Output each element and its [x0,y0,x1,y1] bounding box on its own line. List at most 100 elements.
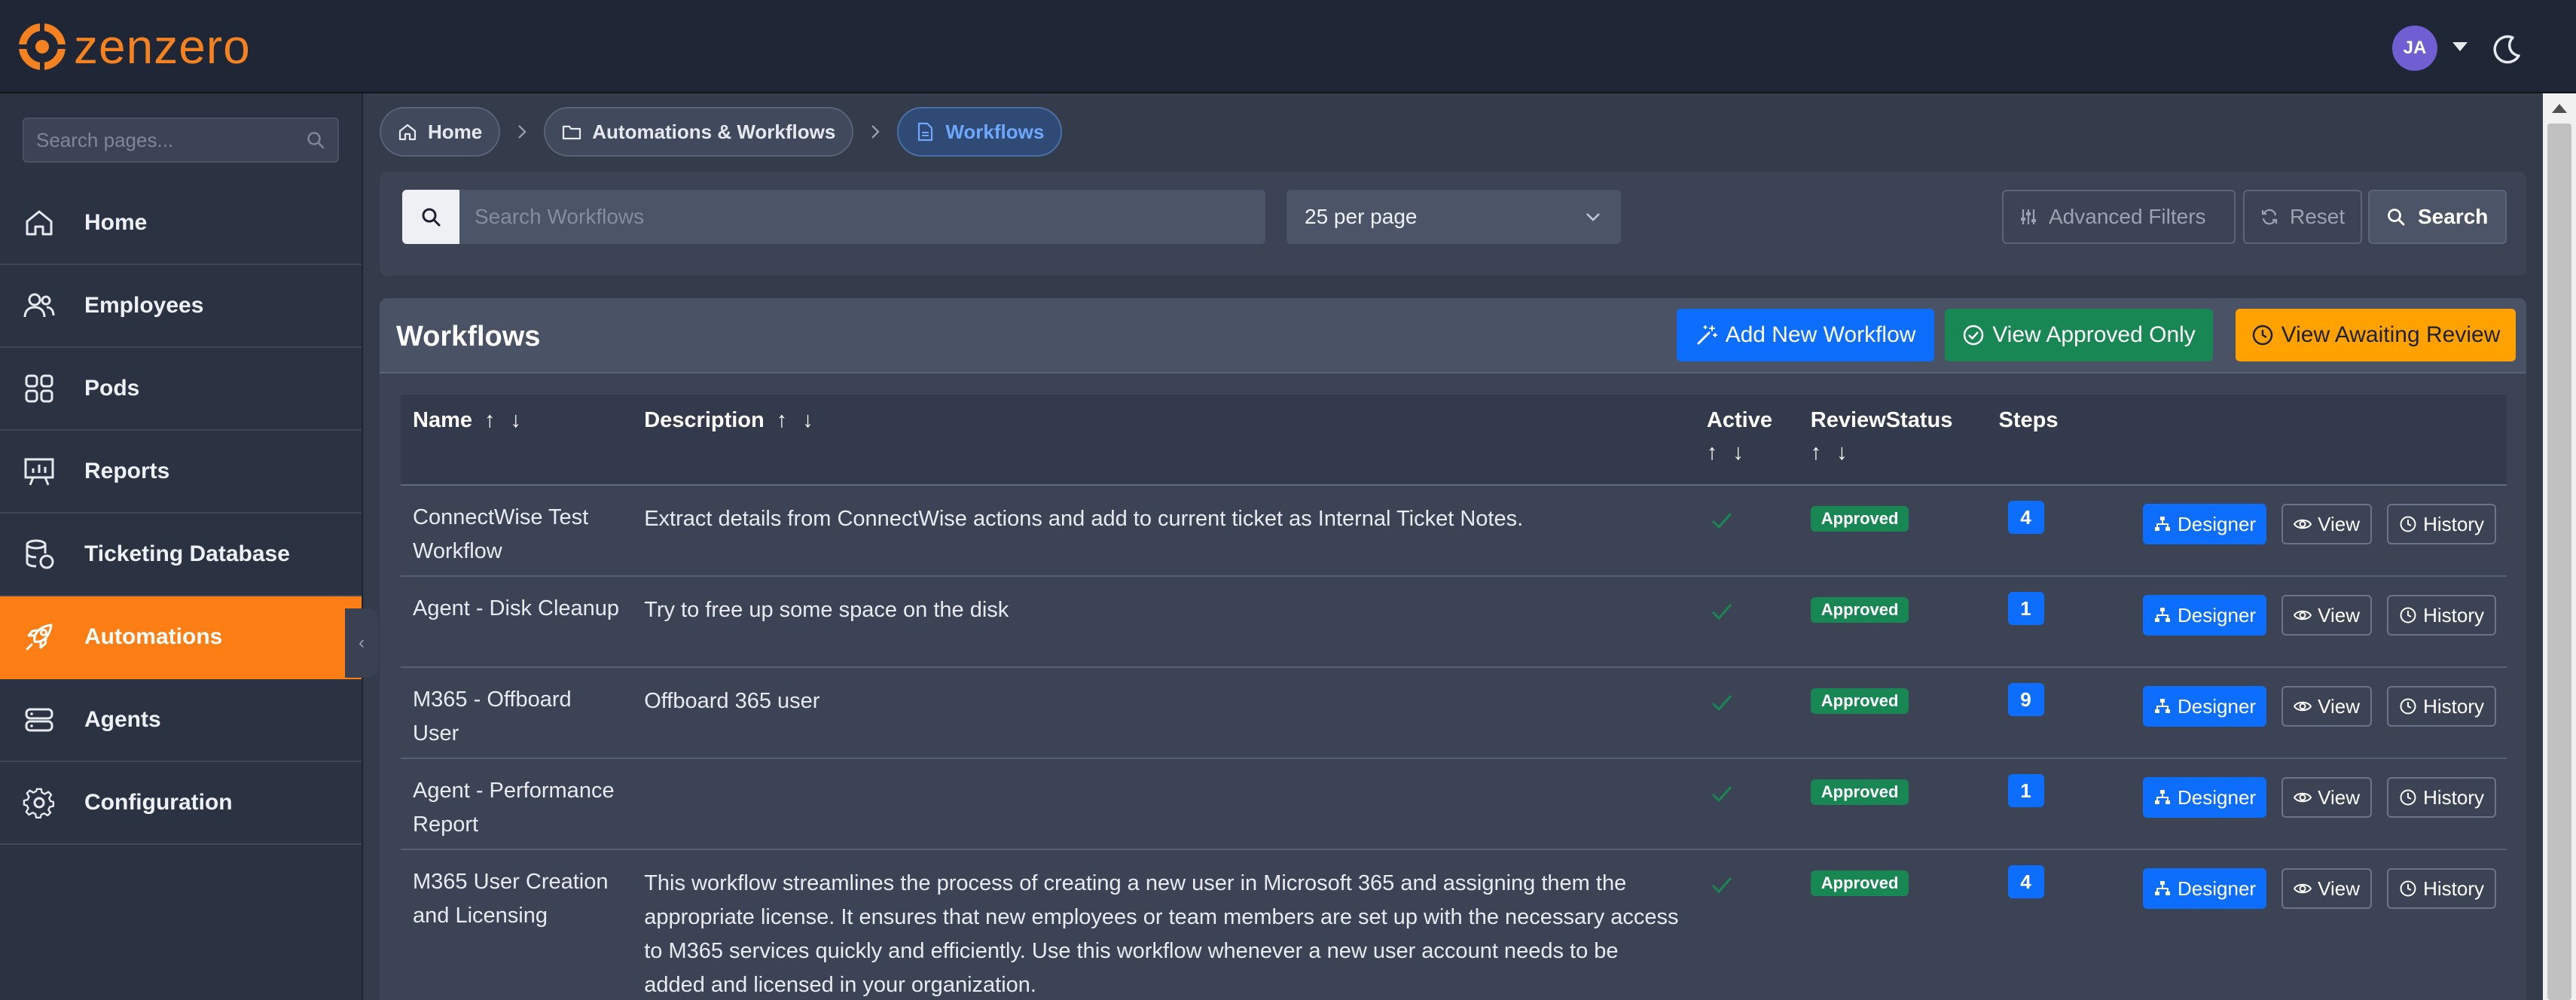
file-icon [918,122,933,142]
designer-button[interactable]: Designer [2143,595,2267,636]
breadcrumb-workflows[interactable]: Workflows [897,107,1063,157]
designer-label: Designer [2178,785,2257,809]
check-icon [1711,513,1732,529]
status-badge: Approved [1810,870,1909,896]
designer-button[interactable]: Designer [2143,504,2267,544]
view-label: View [2318,785,2361,809]
column-header-active[interactable]: Active ↑ ↓ [1694,395,1799,486]
brand-logo[interactable]: zenzero [17,20,251,74]
view-approved-only-button[interactable]: View Approved Only [1945,309,2213,361]
steps-badge: 1 [2007,592,2044,625]
add-new-workflow-label: Add New Workflow [1725,322,1916,347]
user-avatar[interactable]: JA [2392,26,2437,71]
table-row: M365 - Offboard User Offboard 365 user A… [401,667,2507,759]
search-button[interactable]: Search [2368,190,2507,244]
breadcrumb-home[interactable]: Home [380,107,501,157]
moon-icon[interactable] [2490,33,2523,66]
active-cell [1694,485,1799,577]
view-button[interactable]: View [2281,868,2373,909]
history-button[interactable]: History [2387,868,2496,909]
workflow-description [632,758,1695,850]
review-status-cell: Approved [1798,485,1987,577]
chevron-left-icon: ‹ [359,633,365,653]
history-button[interactable]: History [2387,777,2496,818]
advanced-filters-button[interactable]: Advanced Filters [2002,190,2236,244]
clock-icon [2400,607,2416,623]
column-header-name[interactable]: Name ↑ ↓ [401,395,633,486]
scrollbar-thumb[interactable] [2547,123,2571,1000]
users-icon [23,293,55,318]
view-awaiting-review-button[interactable]: View Awaiting Review [2236,309,2516,361]
search-addon[interactable] [402,190,459,244]
active-cell [1694,758,1799,850]
breadcrumb-automations-workflows[interactable]: Automations & Workflows [544,107,854,157]
steps-badge: 4 [2007,865,2044,898]
designer-label: Designer [2178,603,2257,627]
scroll-up-icon[interactable] [2552,104,2567,113]
sidebar-item-ticketing-database[interactable]: Ticketing Database [0,514,362,596]
workflow-search-input[interactable] [459,190,1265,244]
sitemap-icon [2155,517,2171,531]
sidebar-item-pods[interactable]: Pods [0,348,362,431]
workflow-name: Agent - Disk Cleanup [401,576,633,668]
workflow-description: Extract details from ConnectWise actions… [632,485,1695,577]
sitemap-icon [2155,699,2171,713]
clock-icon [2400,698,2416,715]
column-header-description[interactable]: Description ↑ ↓ [632,395,1695,486]
chevron-right-icon [871,125,880,139]
column-header-review-status[interactable]: ReviewStatus ↑ ↓ [1798,395,1987,486]
sort-arrows-icon[interactable]: ↑ ↓ [777,408,818,432]
history-button[interactable]: History [2387,504,2496,544]
filter-panel: 25 per page Advanced Filters Reset Searc… [380,172,2526,276]
sidebar-item-automations[interactable]: Automations [0,596,362,679]
sidebar-item-reports[interactable]: Reports [0,431,362,514]
sidebar-collapse-toggle[interactable]: ‹ [345,608,378,678]
clock-icon [2400,880,2416,897]
sidebar-item-configuration[interactable]: Configuration [0,762,362,845]
view-label: View [2318,512,2361,535]
actions-cell: Designer View History [2070,485,2507,577]
view-button[interactable]: View [2281,777,2373,818]
sidebar-search-placeholder: Search pages... [36,128,174,151]
workflows-table: Name ↑ ↓ Description ↑ ↓ Active ↑ ↓ Revie… [401,395,2507,1000]
sort-arrows-icon[interactable]: ↑ ↓ [1707,441,1787,465]
chevron-down-icon [1586,213,1600,221]
clock-icon [2400,516,2416,532]
designer-button[interactable]: Designer [2143,777,2267,818]
sort-arrows-icon[interactable]: ↑ ↓ [1811,441,1975,465]
page-scrollbar[interactable] [2543,93,2576,1000]
steps-cell: 1 [1986,576,2071,668]
history-label: History [2423,877,2484,900]
history-button[interactable]: History [2387,595,2496,636]
per-page-select[interactable]: 25 per page [1286,190,1621,244]
steps-badge: 1 [2007,774,2044,807]
sort-arrows-icon[interactable]: ↑ ↓ [484,408,526,432]
database-icon [26,539,54,569]
sidebar-search[interactable]: Search pages... [23,117,339,163]
eye-icon [2294,610,2312,620]
logo-text: zenzero [74,20,251,74]
view-button[interactable]: View [2281,595,2373,636]
sitemap-icon [2155,881,2171,895]
caret-down-icon[interactable] [2452,42,2468,51]
sidebar-item-label: Configuration [84,790,233,815]
steps-cell: 1 [1986,758,2071,850]
check-icon [1711,877,1732,894]
designer-button[interactable]: Designer [2143,686,2267,727]
advanced-filters-label: Advanced Filters [2049,205,2206,228]
breadcrumb-separator [853,123,897,140]
status-badge: Approved [1810,688,1909,714]
reset-button[interactable]: Reset [2243,190,2362,244]
sidebar-item-home[interactable]: Home [0,182,362,265]
history-button[interactable]: History [2387,686,2496,727]
view-button[interactable]: View [2281,504,2373,544]
add-new-workflow-button[interactable]: Add New Workflow [1677,309,1934,361]
per-page-value: 25 per page [1305,205,1418,228]
search-icon [2388,209,2405,226]
designer-label: Designer [2178,694,2257,718]
designer-button[interactable]: Designer [2143,868,2267,909]
view-button[interactable]: View [2281,686,2373,727]
sidebar-item-employees[interactable]: Employees [0,265,362,348]
view-label: View [2318,694,2361,718]
sidebar-item-agents[interactable]: Agents [0,679,362,762]
